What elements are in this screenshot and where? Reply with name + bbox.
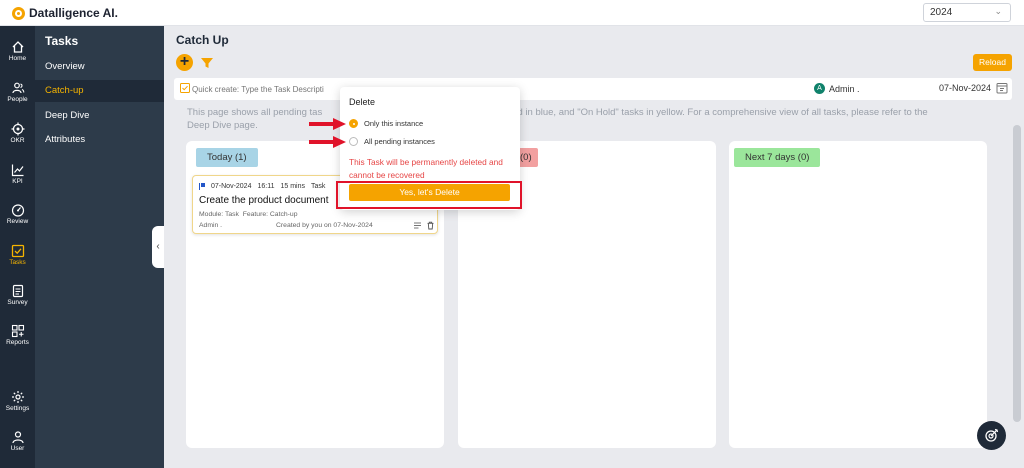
scrollbar[interactable]	[1013, 125, 1021, 422]
popover-title: Delete	[349, 97, 376, 107]
calendar-save-icon[interactable]	[996, 82, 1008, 94]
people-icon	[11, 82, 24, 94]
column-today-badge: Today (1)	[196, 148, 258, 167]
grid-plus-icon	[11, 324, 24, 338]
nav-settings[interactable]: Settings	[0, 390, 35, 412]
delete-warning: This Task will be permanently deleted an…	[349, 157, 503, 180]
task-checkbox-icon	[180, 83, 190, 93]
nav-okr-label: OKR	[10, 137, 25, 144]
subnav-title: Tasks	[45, 34, 79, 48]
chart-line-icon	[11, 164, 23, 177]
filter-icon[interactable]	[200, 56, 214, 70]
task-time: 16:11	[257, 183, 275, 190]
logo-icon	[12, 6, 25, 20]
chevron-left-icon: ‹	[156, 241, 160, 252]
nav-tasks-label: Tasks	[9, 259, 26, 266]
nav-kpi[interactable]: KPI	[0, 163, 35, 185]
clipboard-icon	[12, 284, 23, 298]
edit-list-icon[interactable]	[413, 221, 422, 230]
top-bar: Datalligence AI. 2024 ⌄	[0, 0, 1024, 26]
page-title: Catch Up	[176, 33, 229, 47]
nav-people-label: People	[7, 96, 28, 103]
column-next-7-days: Next 7 days (0)	[729, 141, 987, 448]
nav-kpi-label: KPI	[12, 178, 23, 185]
owner-selector[interactable]: A Admin .	[814, 83, 860, 94]
nav-survey[interactable]: Survey	[0, 284, 35, 306]
target-dart-icon	[985, 428, 999, 442]
task-meta: 07-Nov-2024 16:11 15 mins Task	[199, 183, 325, 190]
brand-logo[interactable]: Datalligence AI.	[12, 6, 118, 20]
assistant-button[interactable]	[977, 421, 1006, 450]
target-icon	[11, 122, 24, 136]
nav-reports-label: Reports	[6, 339, 29, 346]
nav-review[interactable]: Review	[0, 203, 35, 225]
subnav-item-catch-up[interactable]: Catch-up	[35, 80, 164, 102]
task-type: Task	[310, 183, 326, 190]
nav-home-label: Home	[8, 55, 27, 62]
option-only-this-instance-label: Only this instance	[364, 119, 424, 128]
highlight-annotation	[336, 181, 522, 209]
gauge-icon	[11, 204, 24, 217]
plus-icon: +	[179, 53, 190, 70]
task-duration: 15 mins	[280, 183, 305, 190]
red-arrow-icon	[309, 118, 346, 130]
nav-okr[interactable]: OKR	[0, 122, 35, 144]
subnav-item-overview[interactable]: Overview	[35, 56, 164, 78]
checkbox-icon	[11, 244, 24, 258]
nav-home[interactable]: Home	[0, 40, 35, 62]
task-module-feature: Module: Task Feature: Catch-up	[199, 211, 297, 218]
nav-user-label: User	[10, 445, 25, 452]
year-select-value: 2024	[930, 7, 953, 18]
chevron-down-icon: ⌄	[994, 6, 1002, 16]
subnav-item-deep-dive[interactable]: Deep Dive	[35, 105, 164, 127]
radio-only-this-instance[interactable]	[349, 119, 358, 128]
flag-icon	[199, 183, 205, 190]
nav-user[interactable]: User	[0, 430, 35, 452]
gear-icon	[11, 391, 24, 403]
tasks-subnav: Tasks Overview Catch-up Deep Dive Attrib…	[35, 26, 164, 468]
reload-button[interactable]: Reload	[973, 54, 1012, 71]
icon-sidebar: Home People OKR KPI Review Tasks Survey …	[0, 26, 35, 468]
nav-reports[interactable]: Reports	[0, 324, 35, 346]
main-content: Catch Up + Reload A Admin . 07-Nov-2024 …	[164, 26, 1024, 468]
year-select[interactable]: 2024 ⌄	[923, 3, 1011, 22]
owner-name: Admin .	[829, 83, 860, 94]
nav-survey-label: Survey	[7, 299, 28, 306]
add-task-button[interactable]: +	[176, 54, 193, 71]
avatar: A	[814, 83, 825, 94]
radio-all-pending-instances[interactable]	[349, 137, 358, 146]
option-only-this-instance[interactable]: Only this instance	[349, 119, 423, 128]
task-actions	[413, 221, 435, 230]
nav-tasks[interactable]: Tasks	[0, 244, 35, 266]
column-next-7-days-badge: Next 7 days (0)	[734, 148, 821, 167]
option-all-pending-instances[interactable]: All pending instances	[349, 137, 435, 146]
task-feature: Feature: Catch-up	[242, 211, 298, 218]
nav-settings-label: Settings	[5, 405, 30, 412]
home-icon	[12, 41, 23, 53]
task-assignee: Admin .	[199, 222, 223, 229]
nav-review-label: Review	[6, 218, 29, 225]
due-date-field[interactable]: 07-Nov-2024	[939, 83, 991, 93]
task-module: Module: Task	[199, 211, 239, 218]
brand-name: Datalligence AI.	[29, 6, 118, 20]
option-all-pending-instances-label: All pending instances	[364, 137, 435, 146]
red-arrow-icon	[309, 136, 346, 148]
nav-people[interactable]: People	[0, 81, 35, 103]
subnav-item-attributes[interactable]: Attributes	[35, 129, 164, 151]
delete-icon[interactable]	[426, 221, 435, 230]
user-icon	[11, 431, 24, 444]
quick-create-bar: A Admin . 07-Nov-2024	[174, 78, 1012, 100]
task-title[interactable]: Create the product document	[199, 195, 329, 206]
collapse-sidebar-button[interactable]: ‹	[152, 226, 164, 268]
task-date: 07-Nov-2024	[211, 183, 252, 190]
task-created: Created by you on 07-Nov-2024	[276, 222, 373, 229]
